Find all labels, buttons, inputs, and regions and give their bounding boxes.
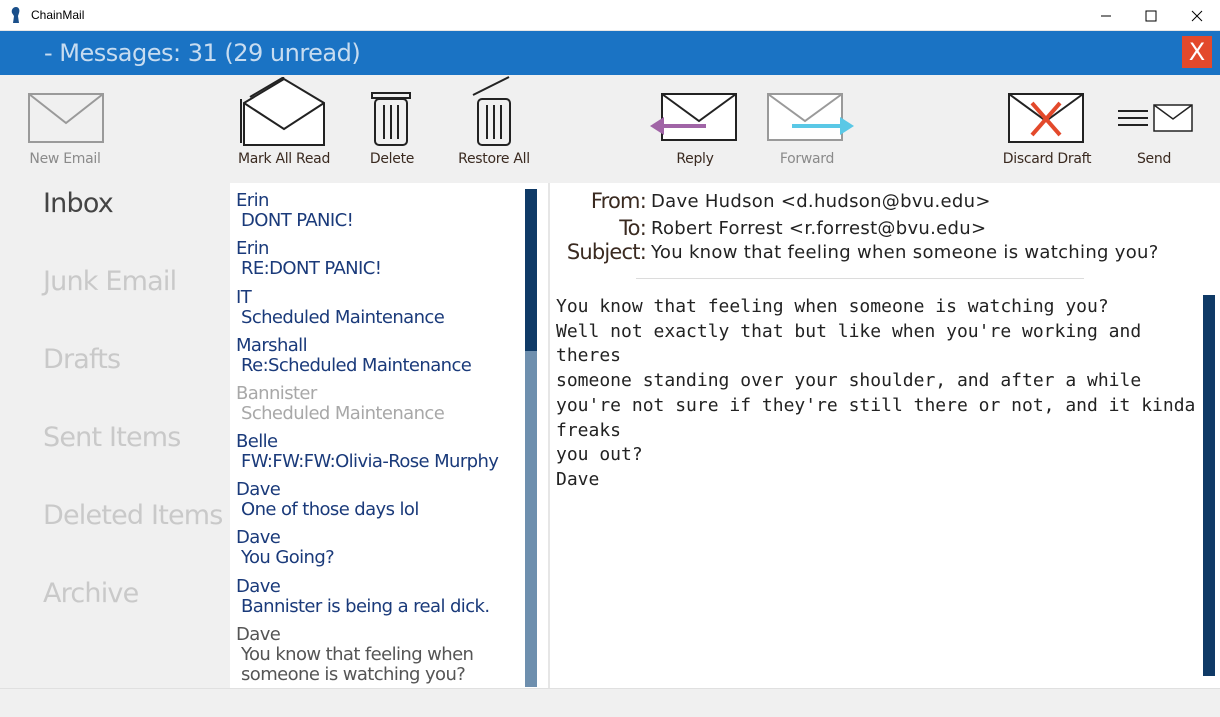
- reply-button[interactable]: Reply: [650, 75, 740, 183]
- close-app-button[interactable]: X: [1182, 36, 1212, 68]
- message-item-selected[interactable]: Dave You know that feeling when someone …: [236, 625, 524, 685]
- header-divider: [636, 278, 1084, 279]
- toolbar: New Email Mark All Read Delete Restore A…: [0, 75, 1220, 183]
- message-sender: Dave: [236, 624, 281, 645]
- window-title: ChainMail: [31, 8, 85, 22]
- minimize-button[interactable]: [1083, 0, 1129, 31]
- app-icon: [11, 7, 20, 23]
- from-label: From:: [590, 189, 647, 213]
- restore-all-button[interactable]: Restore All: [455, 75, 533, 183]
- message-item[interactable]: Dave Bannister is being a real dick.: [236, 577, 526, 617]
- message-item[interactable]: IT Scheduled Maintenance: [236, 288, 526, 328]
- send-icon: [1118, 104, 1193, 132]
- message-subject: Bannister is being a real dick.: [241, 596, 490, 617]
- delete-button[interactable]: Delete: [362, 75, 422, 183]
- message-item[interactable]: Dave One of those days lol: [236, 480, 526, 520]
- to-value: Robert Forrest <r.forrest@bvu.edu>: [651, 218, 987, 239]
- maximize-button[interactable]: [1128, 0, 1174, 31]
- folder-archive[interactable]: Archive: [43, 578, 139, 609]
- new-email-button[interactable]: New Email: [20, 75, 110, 183]
- email-body[interactable]: You know that feeling when someone is wa…: [556, 295, 1206, 493]
- email-body-scrollbar[interactable]: [1203, 295, 1215, 676]
- folder-drafts[interactable]: Drafts: [43, 344, 121, 375]
- send-label: Send: [1136, 151, 1172, 167]
- folder-list: Inbox Junk Email Drafts Sent Items Delet…: [0, 183, 230, 688]
- forward-button[interactable]: Forward: [762, 75, 854, 183]
- message-subject: Scheduled Maintenance: [241, 403, 445, 424]
- maximize-icon: [1145, 10, 1157, 21]
- message-item[interactable]: Belle FW:FW:FW:Olivia-Rose Murphy: [236, 432, 526, 472]
- message-sender: Bannister: [236, 383, 317, 404]
- folder-inbox[interactable]: Inbox: [43, 188, 114, 219]
- message-count: - Messages: 31 (29 unread): [44, 39, 361, 67]
- message-item[interactable]: Erin RE:DONT PANIC!: [236, 239, 526, 279]
- message-subject: Re:Scheduled Maintenance: [241, 355, 472, 376]
- new-email-label: New Email: [29, 151, 101, 167]
- delete-label: Delete: [369, 151, 415, 167]
- message-list: Erin DONT PANIC! Erin RE:DONT PANIC! IT …: [230, 183, 550, 688]
- to-label: To:: [619, 216, 647, 240]
- message-subject: DONT PANIC!: [241, 210, 354, 231]
- send-button[interactable]: Send: [1114, 75, 1194, 183]
- message-subject: You know that feeling when someone is wa…: [241, 644, 474, 685]
- app-header: - Messages: 31 (29 unread) X: [0, 31, 1220, 75]
- message-item[interactable]: Erin DONT PANIC!: [236, 191, 526, 231]
- subject-label: Subject:: [566, 240, 647, 264]
- status-bar: [0, 688, 1220, 717]
- message-subject: You Going?: [241, 547, 335, 568]
- discard-draft-button[interactable]: Discard Draft: [1000, 75, 1094, 183]
- reading-pane: From: Dave Hudson <d.hudson@bvu.edu> To:…: [550, 183, 1220, 688]
- message-sender: Belle: [236, 431, 278, 452]
- message-item[interactable]: Dave You Going?: [236, 528, 526, 568]
- message-sender: Dave: [236, 479, 281, 500]
- message-subject: RE:DONT PANIC!: [241, 258, 382, 279]
- message-sender: IT: [236, 287, 252, 308]
- folder-junk-email[interactable]: Junk Email: [43, 266, 177, 297]
- window-titlebar: ChainMail: [0, 0, 1220, 31]
- envelope-icon: [28, 93, 104, 143]
- open-envelope-icon: [240, 77, 325, 146]
- discard-icon: [1008, 93, 1084, 143]
- message-item[interactable]: Marshall Re:Scheduled Maintenance: [236, 336, 526, 376]
- discard-draft-label: Discard Draft: [1002, 151, 1092, 167]
- mark-all-read-button[interactable]: Mark All Read: [232, 75, 336, 183]
- subject-value: You know that feeling when someone is wa…: [651, 242, 1159, 263]
- message-sender: Erin: [236, 238, 269, 259]
- message-item[interactable]: Bannister Scheduled Maintenance: [236, 384, 526, 424]
- folder-deleted-items[interactable]: Deleted Items: [43, 500, 223, 531]
- message-sender: Dave: [236, 576, 281, 597]
- forward-icon: [767, 93, 854, 141]
- restore-trash-icon: [472, 76, 511, 146]
- trash-icon: [371, 92, 411, 146]
- restore-all-label: Restore All: [458, 151, 530, 167]
- message-sender: Dave: [236, 527, 281, 548]
- reply-icon: [650, 93, 737, 141]
- folder-sent-items[interactable]: Sent Items: [43, 422, 181, 453]
- message-list-scroll-thumb[interactable]: [525, 189, 537, 351]
- mark-all-read-label: Mark All Read: [237, 151, 331, 167]
- message-subject: Scheduled Maintenance: [241, 307, 445, 328]
- close-icon: [1191, 10, 1203, 21]
- close-window-button[interactable]: [1174, 0, 1220, 31]
- reply-label: Reply: [676, 151, 714, 167]
- message-subject: One of those days lol: [241, 499, 419, 520]
- minimize-icon: [1101, 15, 1111, 16]
- from-value: Dave Hudson <d.hudson@bvu.edu>: [651, 191, 991, 212]
- message-sender: Marshall: [236, 335, 308, 356]
- message-subject: FW:FW:FW:Olivia-Rose Murphy: [241, 451, 499, 472]
- message-sender: Erin: [236, 190, 269, 211]
- forward-label: Forward: [779, 151, 835, 167]
